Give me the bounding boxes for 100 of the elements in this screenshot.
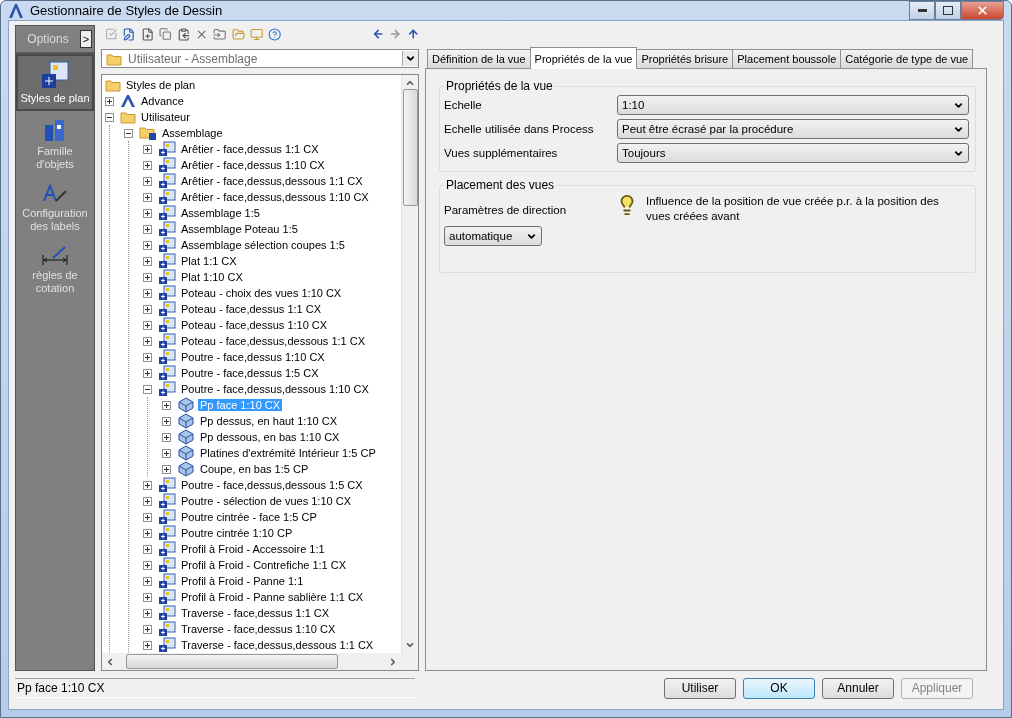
copy-icon[interactable] bbox=[159, 27, 172, 41]
scroll-left-icon[interactable] bbox=[105, 656, 115, 667]
horizontal-scrollbar[interactable] bbox=[102, 653, 401, 670]
tree-item[interactable]: Poteau - face,dessus 1:10 CX bbox=[179, 319, 330, 331]
tree-item[interactable]: Traverse - face,dessus 1:10 CX bbox=[179, 623, 338, 635]
expand-icon[interactable] bbox=[143, 560, 152, 570]
tree-item[interactable]: Poteau - choix des vues 1:10 CX bbox=[179, 287, 344, 299]
tree-item[interactable]: Utilisateur bbox=[139, 111, 192, 123]
expand-icon[interactable] bbox=[143, 288, 152, 298]
expand-icon[interactable] bbox=[143, 544, 152, 554]
expand-icon[interactable] bbox=[143, 320, 152, 330]
expand-icon[interactable] bbox=[162, 448, 171, 458]
expand-icon[interactable] bbox=[143, 208, 152, 218]
expand-icon[interactable] bbox=[143, 224, 152, 234]
tab[interactable]: Propriétés de la vue bbox=[529, 47, 638, 69]
tree-item[interactable]: Assemblage sélection coupes 1:5 bbox=[179, 239, 347, 251]
new-document-icon[interactable] bbox=[140, 26, 155, 42]
expand-icon[interactable] bbox=[143, 336, 152, 346]
expand-icon[interactable] bbox=[143, 368, 152, 378]
tree-item[interactable]: Arêtier - face,dessus,dessous 1:1 CX bbox=[179, 175, 365, 187]
tree-item[interactable]: Poutre - face,dessus 1:5 CX bbox=[179, 367, 321, 379]
tree-item[interactable]: Assemblage 1:5 bbox=[179, 207, 262, 219]
expand-icon[interactable] bbox=[143, 352, 152, 362]
scroll-right-icon[interactable] bbox=[388, 656, 398, 667]
tree-item[interactable]: Traverse - face,dessus,dessous 1:1 CX bbox=[179, 639, 376, 651]
tree-item[interactable]: Assemblage bbox=[160, 127, 225, 139]
scrollbar-thumb[interactable] bbox=[126, 654, 338, 669]
tree-item[interactable]: Pp dessus, en haut 1:10 CX bbox=[198, 415, 339, 427]
dialog-button[interactable]: Utiliser bbox=[664, 677, 736, 699]
expand-icon[interactable] bbox=[143, 528, 152, 538]
tree-item[interactable]: Profil à Froid - Accessoire 1:1 bbox=[179, 543, 327, 555]
expand-icon[interactable] bbox=[143, 512, 152, 522]
tree-item[interactable]: Advance bbox=[139, 95, 186, 107]
tree-item[interactable]: Poutre cintrée - face 1:5 CP bbox=[179, 511, 319, 523]
tree-item[interactable]: Pp dessous, en bas 1:10 CX bbox=[198, 431, 342, 443]
tab[interactable]: Propriétés brisure bbox=[636, 49, 734, 68]
tab[interactable]: Placement boussole bbox=[732, 49, 842, 68]
dropdown[interactable]: 1:10 bbox=[617, 95, 969, 115]
minimize-button[interactable] bbox=[909, 1, 935, 20]
expand-icon[interactable] bbox=[143, 256, 152, 266]
tree-item[interactable]: Poutre - face,dessus,dessous 1:5 CX bbox=[179, 479, 365, 491]
tree-item[interactable]: Poutre cintrée 1:10 CP bbox=[179, 527, 295, 539]
help-icon[interactable] bbox=[268, 26, 282, 42]
tree-item[interactable]: Assemblage Poteau 1:5 bbox=[179, 223, 300, 235]
location-dropdown[interactable]: Utilisateur - Assemblage bbox=[101, 49, 419, 68]
collapse-icon[interactable] bbox=[124, 128, 133, 138]
expand-icon[interactable] bbox=[143, 624, 152, 634]
tree-item[interactable]: Poutre - face,dessus,dessous 1:10 CX bbox=[179, 383, 371, 395]
tree-item[interactable]: Poteau - face,dessus,dessous 1:1 CX bbox=[179, 335, 368, 347]
tree-item[interactable]: Styles de plan bbox=[124, 79, 198, 91]
expand-icon[interactable] bbox=[143, 304, 152, 314]
tree-item[interactable]: Poteau - face,dessus 1:1 CX bbox=[179, 303, 324, 315]
dropdown[interactable]: automatique bbox=[444, 226, 542, 246]
expand-icon[interactable] bbox=[143, 192, 152, 202]
back-arrow-icon[interactable] bbox=[371, 27, 385, 41]
tree-item[interactable]: Arêtier - face,dessus 1:1 CX bbox=[179, 143, 321, 155]
nav-item[interactable]: Styles de plan bbox=[16, 54, 94, 111]
dialog-button[interactable]: OK bbox=[743, 677, 815, 699]
expand-icon[interactable] bbox=[105, 96, 114, 106]
tree-item[interactable]: Coupe, en bas 1:5 CP bbox=[198, 463, 311, 475]
tree-item[interactable]: Profil à Froid - Panne sablière 1:1 CX bbox=[179, 591, 366, 603]
tree-item[interactable]: Profil à Froid - Panne 1:1 bbox=[179, 575, 306, 587]
expand-icon[interactable] bbox=[162, 432, 171, 442]
tab[interactable]: Définition de la vue bbox=[427, 49, 531, 68]
expand-icon[interactable] bbox=[162, 464, 171, 474]
expand-icon[interactable] bbox=[143, 272, 152, 282]
scroll-up-icon[interactable] bbox=[405, 78, 415, 88]
up-arrow-icon[interactable] bbox=[406, 27, 420, 41]
checkbox-icon[interactable] bbox=[105, 27, 118, 41]
expand-icon[interactable] bbox=[143, 496, 152, 506]
tree-item[interactable]: Arêtier - face,dessus,dessous 1:10 CX bbox=[179, 191, 371, 203]
expand-icon[interactable] bbox=[143, 608, 152, 618]
expand-icon[interactable] bbox=[143, 176, 152, 186]
dropdown[interactable]: Toujours bbox=[617, 143, 969, 163]
tab[interactable]: Catégorie de type de vue bbox=[840, 49, 974, 68]
close-button[interactable] bbox=[961, 1, 1004, 20]
collapse-icon[interactable] bbox=[143, 384, 152, 394]
tree-item[interactable]: Traverse - face,dessus 1:1 CX bbox=[179, 607, 332, 619]
expand-icon[interactable] bbox=[143, 240, 152, 250]
tree-item[interactable]: Plat 1:1 CX bbox=[179, 255, 239, 267]
expand-icon[interactable] bbox=[143, 480, 152, 490]
scroll-down-icon[interactable] bbox=[405, 640, 415, 650]
tree-item[interactable]: Poutre - sélection de vues 1:10 CX bbox=[179, 495, 353, 507]
vertical-scrollbar[interactable] bbox=[401, 75, 418, 653]
expand-icon[interactable] bbox=[162, 400, 171, 410]
tree-item[interactable]: Plat 1:10 CX bbox=[179, 271, 245, 283]
scrollbar-thumb[interactable] bbox=[402, 89, 418, 206]
expand-icon[interactable] bbox=[143, 640, 152, 650]
expand-icon[interactable] bbox=[143, 576, 152, 586]
dialog-button[interactable]: Annuler bbox=[822, 677, 894, 699]
expand-button[interactable]: > bbox=[80, 30, 92, 48]
expand-icon[interactable] bbox=[162, 416, 171, 426]
tree-item[interactable]: Arêtier - face,dessus 1:10 CX bbox=[179, 159, 327, 171]
expand-icon[interactable] bbox=[143, 144, 152, 154]
tree-item[interactable]: Platines d'extrémité Intérieur 1:5 CP bbox=[198, 447, 378, 459]
tree-item[interactable]: Poutre - face,dessus 1:10 CX bbox=[179, 351, 327, 363]
dropdown[interactable]: Peut être écrasé par la procédure bbox=[617, 119, 969, 139]
tree-item[interactable]: Profil à Froid - Contrefiche 1:1 CX bbox=[179, 559, 349, 571]
collapse-icon[interactable] bbox=[105, 112, 114, 122]
expand-icon[interactable] bbox=[143, 160, 152, 170]
